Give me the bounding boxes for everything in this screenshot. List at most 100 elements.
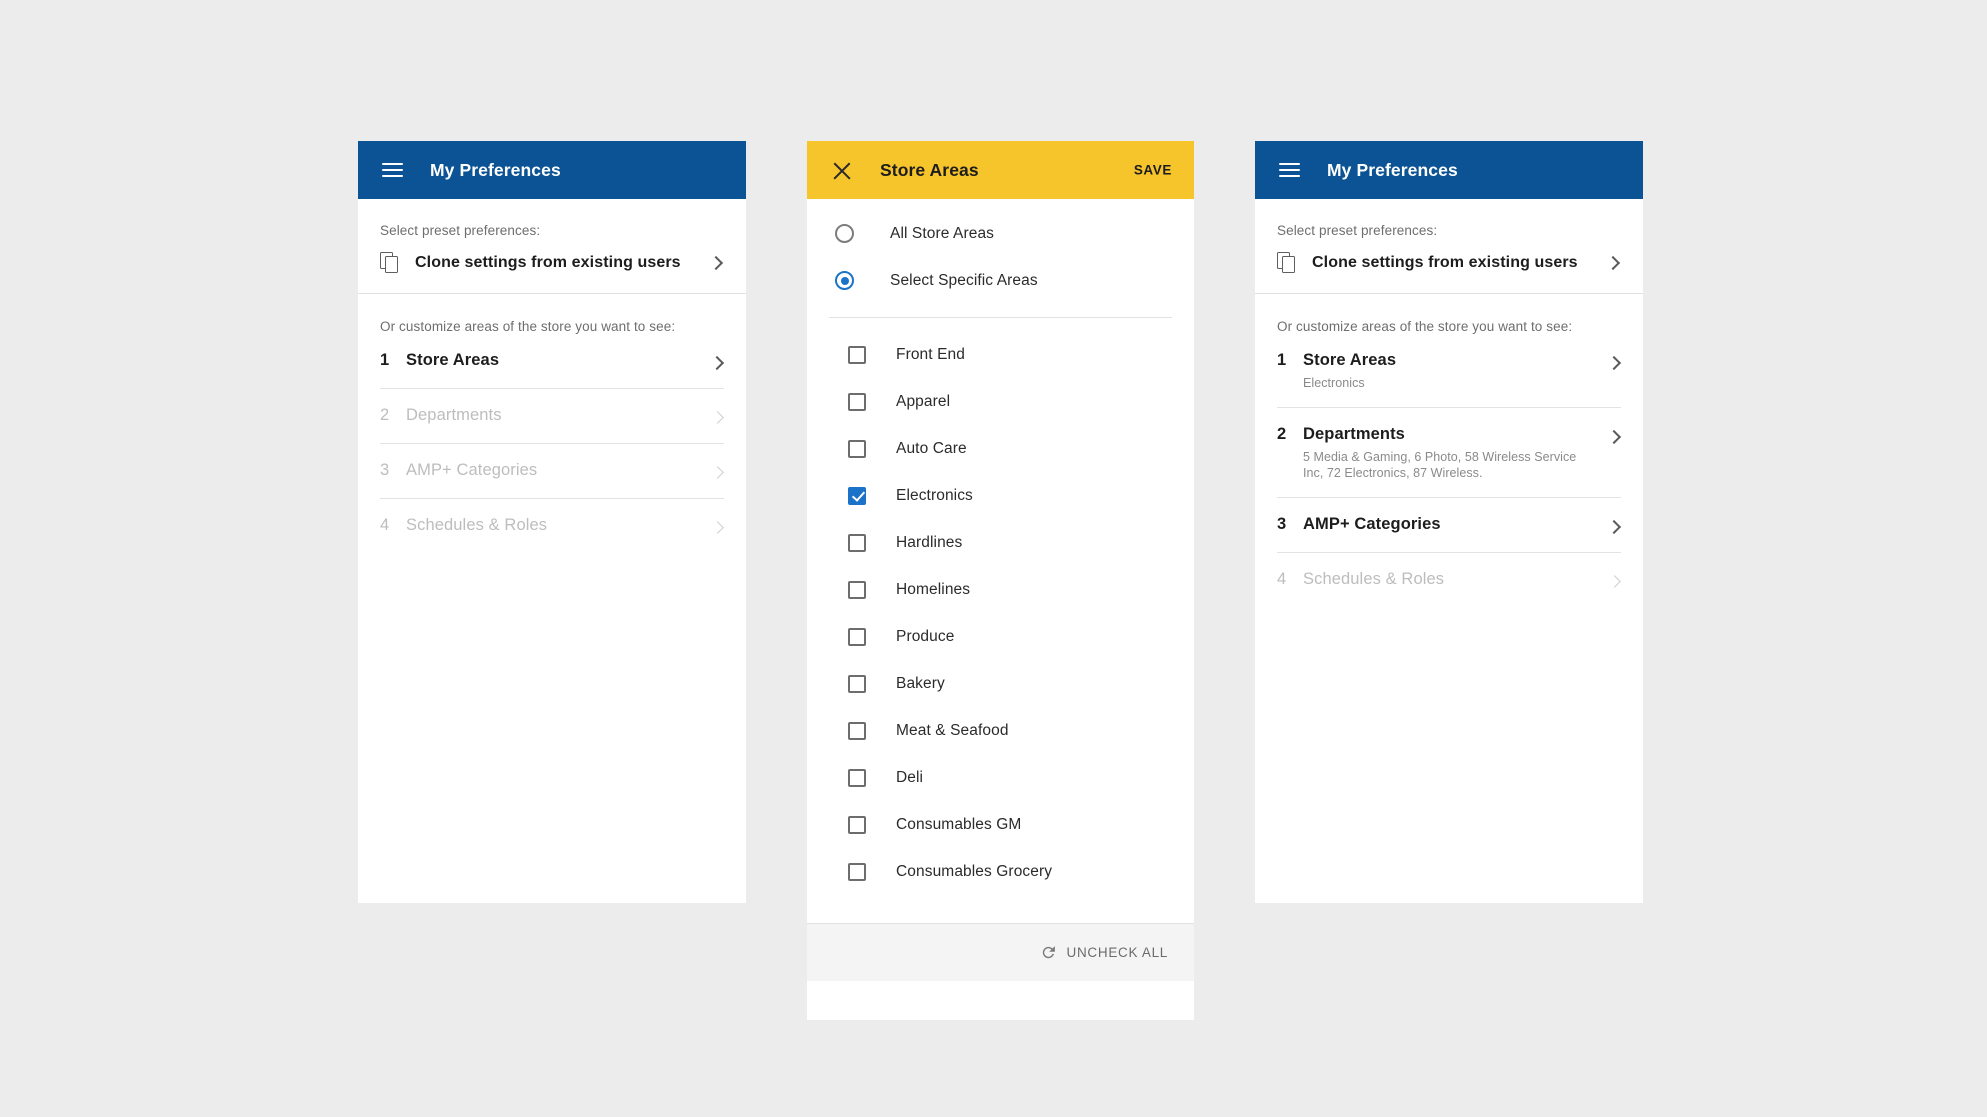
hamburger-icon[interactable] [382,162,403,178]
step-title: Schedules & Roles [1303,570,1445,588]
checkbox-label: Auto Care [896,439,967,457]
checkbox-label: Deli [896,768,924,786]
checkbox-row[interactable]: Apparel [807,378,1194,425]
checkbox-label: Bakery [896,674,945,692]
appbar-left: My Preferences [358,141,746,199]
step-title: AMP+ Categories [1303,515,1441,533]
checkbox-unchecked-icon[interactable] [848,580,866,599]
step-number: 4 [1277,570,1287,588]
step-row[interactable]: 4 Schedules & Roles [380,499,724,554]
step-body: Store Areas Electronics [1303,350,1621,391]
close-icon[interactable] [831,159,853,181]
step-body: Departments [406,405,724,426]
checkbox-row[interactable]: Electronics [807,472,1194,519]
hamburger-icon[interactable] [1279,162,1300,178]
checkbox-unchecked-icon[interactable] [848,674,866,693]
clone-settings-row[interactable]: Clone settings from existing users [1255,238,1643,293]
checkbox-label: Electronics [896,486,973,504]
checkbox-row[interactable]: Produce [807,613,1194,660]
appbar-center: Store Areas SAVE [807,141,1194,199]
radio-selected-icon[interactable] [835,271,854,290]
checkbox-unchecked-icon[interactable] [848,392,866,411]
appbar-right: My Preferences [1255,141,1643,199]
step-title: Departments [1303,425,1405,443]
checkbox-unchecked-icon[interactable] [848,721,866,740]
panel-store-areas-dialog: Store Areas SAVE All Store Areas Select S… [807,141,1194,1020]
checkbox-label: Front End [896,345,965,363]
step-body: Departments 5 Media & Gaming, 6 Photo, 58… [1303,424,1621,481]
clone-settings-label: Clone settings from existing users [1312,253,1578,271]
step-body: Schedules & Roles [1303,569,1621,590]
dialog-title: Store Areas [880,159,979,180]
checkbox-unchecked-icon[interactable] [848,862,866,881]
step-body: AMP+ Categories [1303,514,1621,535]
step-row[interactable]: 3 AMP+ Categories [380,444,724,499]
step-body: Store Areas [406,350,724,371]
step-body: AMP+ Categories [406,460,724,481]
customize-label: Or customize areas of the store you want… [1277,319,1573,334]
checkbox-row[interactable]: Deli [807,754,1194,801]
step-number: 1 [380,351,390,369]
dialog-footer: UNCHECK ALL [807,923,1194,981]
step-row[interactable]: 2 Departments [380,389,724,444]
save-button[interactable]: SAVE [1130,157,1176,184]
clone-settings-row[interactable]: Clone settings from existing users [358,238,746,293]
checkbox-unchecked-icon[interactable] [848,627,866,646]
step-row[interactable]: 3 AMP+ Categories [1277,498,1622,553]
radio-row[interactable]: All Store Areas [807,210,1194,257]
clone-settings-label: Clone settings from existing users [415,253,681,271]
copy-icon [1277,252,1298,273]
checkbox-unchecked-icon[interactable] [848,815,866,834]
radio-row[interactable]: Select Specific Areas [807,257,1194,304]
checkbox-row[interactable]: Auto Care [807,425,1194,472]
checkbox-unchecked-icon[interactable] [848,533,866,552]
checkbox-row[interactable]: Consumables GM [807,801,1194,848]
radio-label: All Store Areas [890,224,995,242]
step-subtitle: 5 Media & Gaming, 6 Photo, 58 Wireless S… [1303,450,1577,480]
checkbox-label: Homelines [896,580,971,598]
page-title: My Preferences [430,159,561,180]
preset-label: Select preset preferences: [1277,223,1438,238]
checkbox-row[interactable]: Hardlines [807,519,1194,566]
checkbox-row[interactable]: Bakery [807,660,1194,707]
step-row[interactable]: 4 Schedules & Roles [1277,553,1621,608]
checkbox-row[interactable]: Front End [807,331,1194,378]
checkbox-label: Consumables Grocery [896,862,1053,880]
step-number: 1 [1277,351,1287,369]
checkbox-label: Hardlines [896,533,963,551]
step-row[interactable]: 1 Store Areas [380,334,725,389]
checkbox-unchecked-icon[interactable] [848,345,866,364]
uncheck-all-button[interactable]: UNCHECK ALL [1036,936,1172,969]
checkbox-row[interactable]: Homelines [807,566,1194,613]
uncheck-all-label: UNCHECK ALL [1066,945,1168,960]
step-title: Schedules & Roles [406,516,548,534]
step-row[interactable]: 1 Store Areas Electronics [1277,334,1622,408]
radio-unselected-icon[interactable] [835,224,854,243]
checkbox-checked-icon[interactable] [848,486,866,505]
checkbox-label: Produce [896,627,955,645]
checkbox-unchecked-icon[interactable] [848,439,866,458]
step-row[interactable]: 2 Departments 5 Media & Gaming, 6 Photo, 5… [1277,408,1622,498]
copy-icon [380,252,401,273]
checkbox-row[interactable]: Meat & Seafood [807,707,1194,754]
dialog-body: All Store Areas Select Specific Areas Fro… [807,199,1194,923]
preset-label: Select preset preferences: [380,223,541,238]
chevron-right-icon [1605,255,1621,270]
checkbox-label: Apparel [896,392,951,410]
refresh-icon [1042,946,1055,959]
checkbox-label: Meat & Seafood [896,721,1009,739]
checkbox-unchecked-icon[interactable] [848,768,866,787]
checkbox-row[interactable]: Consumables Grocery [807,848,1194,895]
checkbox-label: Consumables GM [896,815,1022,833]
chevron-right-icon [708,255,724,270]
customize-label: Or customize areas of the store you want… [380,319,676,334]
screen: My Preferences Select preset preferences… [0,0,1987,1117]
store-areas-checkbox-list: Front End Apparel Auto Care Electronics Hard… [807,318,1194,923]
page-title: My Preferences [1327,159,1458,180]
panel-my-preferences-filled: My Preferences Select preset preferences… [1255,141,1643,903]
step-number: 3 [1277,515,1287,533]
step-title: AMP+ Categories [406,461,538,479]
panel-my-preferences-initial: My Preferences Select preset preferences… [358,141,746,903]
step-number: 2 [380,406,390,424]
step-number: 4 [380,516,390,534]
